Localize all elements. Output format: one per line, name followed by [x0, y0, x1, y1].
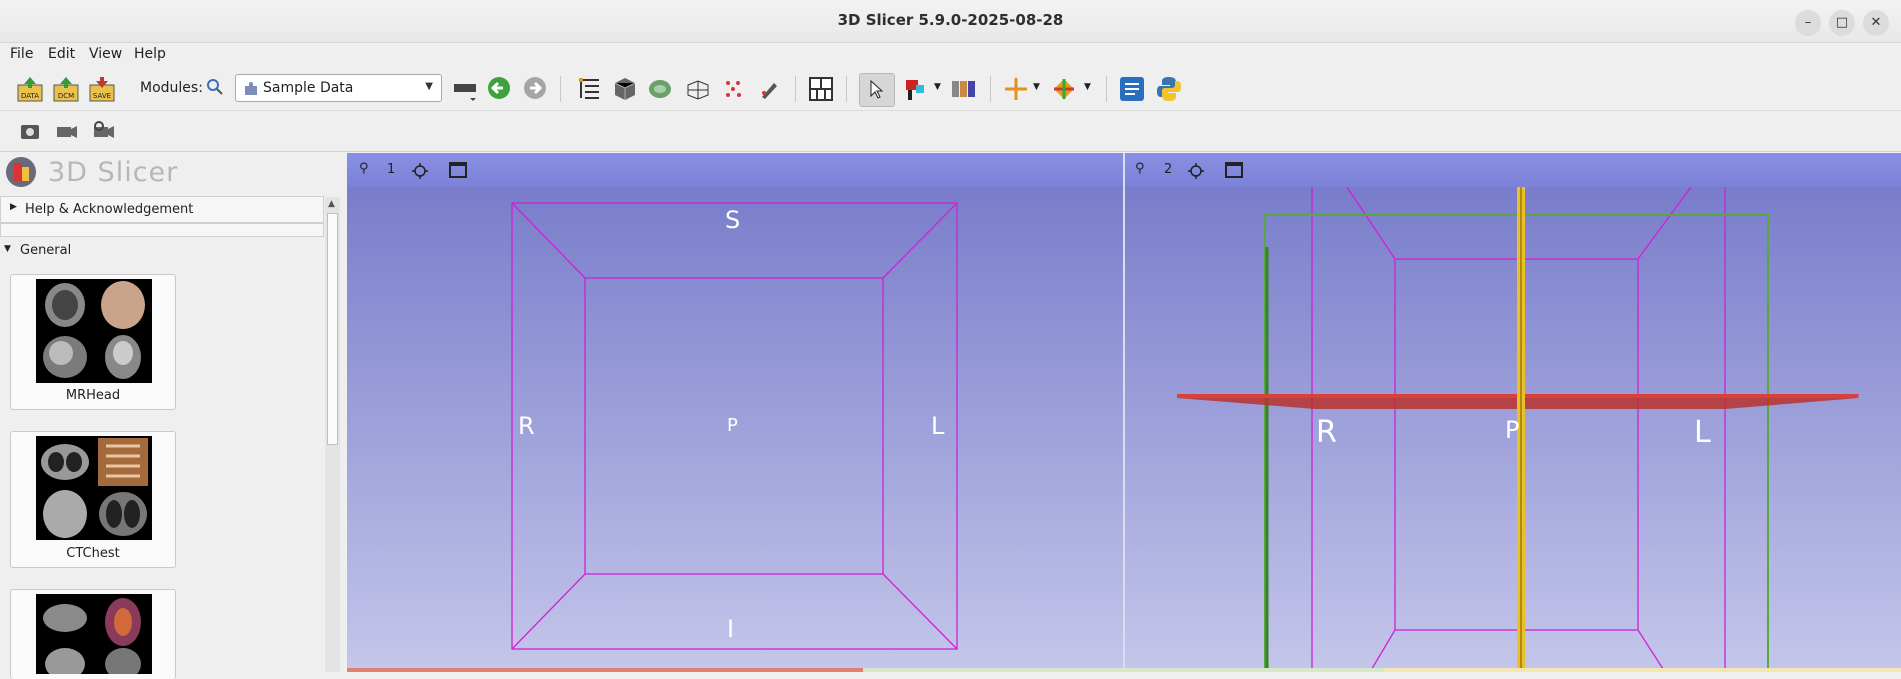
chevron-down-icon: ▼: [425, 81, 433, 92]
view-2-controller-bar: ⚲ 2: [1125, 153, 1901, 187]
select-mode-button[interactable]: [859, 73, 895, 107]
module-panel: 3D Slicer ▶ Help & Acknowledgement ▼ Gen…: [0, 153, 345, 679]
chevron-down-icon[interactable]: ▼: [934, 82, 941, 92]
window-level-icon[interactable]: [949, 75, 977, 103]
menu-file[interactable]: File: [10, 46, 33, 62]
orientation-label-inferior: I: [727, 615, 735, 643]
scroll-up-icon[interactable]: ▲: [328, 199, 335, 209]
menu-edit[interactable]: Edit: [48, 46, 75, 62]
dcm-icon-label: DCM: [58, 92, 74, 100]
python-console-icon[interactable]: [1155, 75, 1183, 103]
dicom-icon[interactable]: DCM: [52, 75, 80, 103]
menu-view[interactable]: View: [89, 46, 122, 62]
help-acknowledgement-label: Help & Acknowledgement: [25, 202, 194, 217]
layout-icon[interactable]: [807, 75, 835, 103]
green-slice-strip: [863, 668, 1383, 672]
sample3-thumbnail: [36, 594, 152, 674]
modules-label: Modules:: [140, 80, 203, 96]
pin-icon[interactable]: ⚲: [1135, 161, 1145, 176]
view-3d-2[interactable]: ⚲ 2 R L P: [1125, 153, 1901, 672]
view-3d-1[interactable]: ⚲ 1 S I R L P: [347, 153, 1123, 672]
models-module-icon[interactable]: [646, 75, 674, 103]
orientation-label-posterior: P: [727, 415, 738, 436]
general-section[interactable]: ▼ General: [0, 238, 324, 265]
chevron-right-icon: ▶: [10, 202, 17, 212]
module-selector-value: Sample Data: [263, 80, 354, 96]
extension-manager-icon[interactable]: [1118, 75, 1146, 103]
save-icon[interactable]: SAVE: [88, 75, 116, 103]
back-arrow-icon[interactable]: [486, 75, 514, 103]
toolbar-separator: [990, 76, 991, 102]
orientation-label-left: L: [1694, 415, 1711, 450]
maximize-view-icon[interactable]: [1225, 162, 1243, 178]
sample-label-mrhead: MRHead: [65, 388, 121, 403]
yellow-slice-strip: [1383, 668, 1901, 672]
transforms-module-icon[interactable]: [684, 75, 712, 103]
load-data-icon[interactable]: DATA: [16, 75, 44, 103]
restore-view-icon[interactable]: [91, 119, 117, 143]
view-splitter[interactable]: [1123, 153, 1125, 672]
main-toolbar: DATA DCM SAVE Modules: Sample Data ▼ ▼ ▼…: [0, 68, 1901, 111]
toolbar-separator: [1106, 76, 1107, 102]
scrollbar-thumb[interactable]: [327, 213, 338, 445]
place-fiducial-icon[interactable]: [902, 75, 930, 103]
module-history-icon[interactable]: [452, 76, 480, 104]
data-module-icon[interactable]: [576, 75, 604, 103]
orientation-label-right: R: [1316, 415, 1337, 450]
maximize-button[interactable]: □: [1829, 10, 1855, 36]
data-icon-label: DATA: [21, 92, 39, 100]
segment-editor-icon[interactable]: [756, 75, 784, 103]
slice-intersections-icon[interactable]: [1050, 75, 1078, 103]
module-panel-scrollbar[interactable]: ▲: [325, 197, 340, 672]
slicer-logo-icon: [6, 157, 36, 187]
puzzle-icon: [245, 82, 257, 95]
volumes-module-icon[interactable]: [611, 75, 639, 103]
view-2-number: 2: [1164, 162, 1173, 177]
center-view-icon[interactable]: [1187, 162, 1205, 180]
orientation-label-left: L: [931, 412, 945, 440]
slicer-logo-text: 3D Slicer: [48, 157, 179, 188]
menubar: File Edit View Help: [0, 43, 1901, 67]
sample-card-3[interactable]: [10, 589, 176, 679]
chevron-down-icon[interactable]: ▼: [1033, 82, 1040, 92]
module-search-icon[interactable]: [205, 77, 225, 97]
ctchest-thumbnail: [36, 436, 152, 540]
sample-label-ctchest: CTChest: [66, 546, 120, 561]
toolbar-separator: [846, 76, 847, 102]
orientation-label-posterior: P: [1505, 416, 1520, 444]
window-title: 3D Slicer 5.9.0-2025-08-28: [837, 11, 1064, 29]
module-selector[interactable]: Sample Data ▼: [235, 74, 442, 102]
general-section-label: General: [20, 243, 72, 258]
close-button[interactable]: ✕: [1863, 10, 1889, 36]
window-titlebar: 3D Slicer 5.9.0-2025-08-28 – □ ✕: [0, 0, 1901, 43]
chevron-down-icon: ▼: [4, 244, 11, 254]
orientation-label-superior: S: [725, 206, 741, 234]
minimize-button[interactable]: –: [1795, 10, 1821, 36]
scene-view-icon[interactable]: [54, 119, 80, 143]
secondary-toolbar: [0, 111, 1901, 152]
cursor-arrow-icon: [870, 80, 884, 99]
orientation-label-right: R: [518, 412, 535, 440]
forward-arrow-icon[interactable]: [522, 75, 550, 103]
crosshair-icon[interactable]: [1002, 75, 1030, 103]
section-spacer: [0, 223, 324, 237]
mrhead-thumbnail: [36, 279, 152, 383]
sample-card-ctchest[interactable]: CTChest: [10, 431, 176, 568]
red-slice-strip: [347, 668, 863, 672]
menu-help[interactable]: Help: [134, 46, 166, 62]
toolbar-separator: [560, 76, 561, 102]
toolbar-separator: [795, 76, 796, 102]
markups-module-icon[interactable]: [720, 75, 748, 103]
chevron-down-icon[interactable]: ▼: [1084, 82, 1091, 92]
save-icon-label: SAVE: [93, 92, 111, 100]
slice-view-strip: [347, 668, 1901, 672]
help-acknowledgement-section[interactable]: ▶ Help & Acknowledgement: [0, 196, 324, 223]
sample-card-mrhead[interactable]: MRHead: [10, 274, 176, 410]
screenshot-icon[interactable]: [18, 119, 42, 143]
